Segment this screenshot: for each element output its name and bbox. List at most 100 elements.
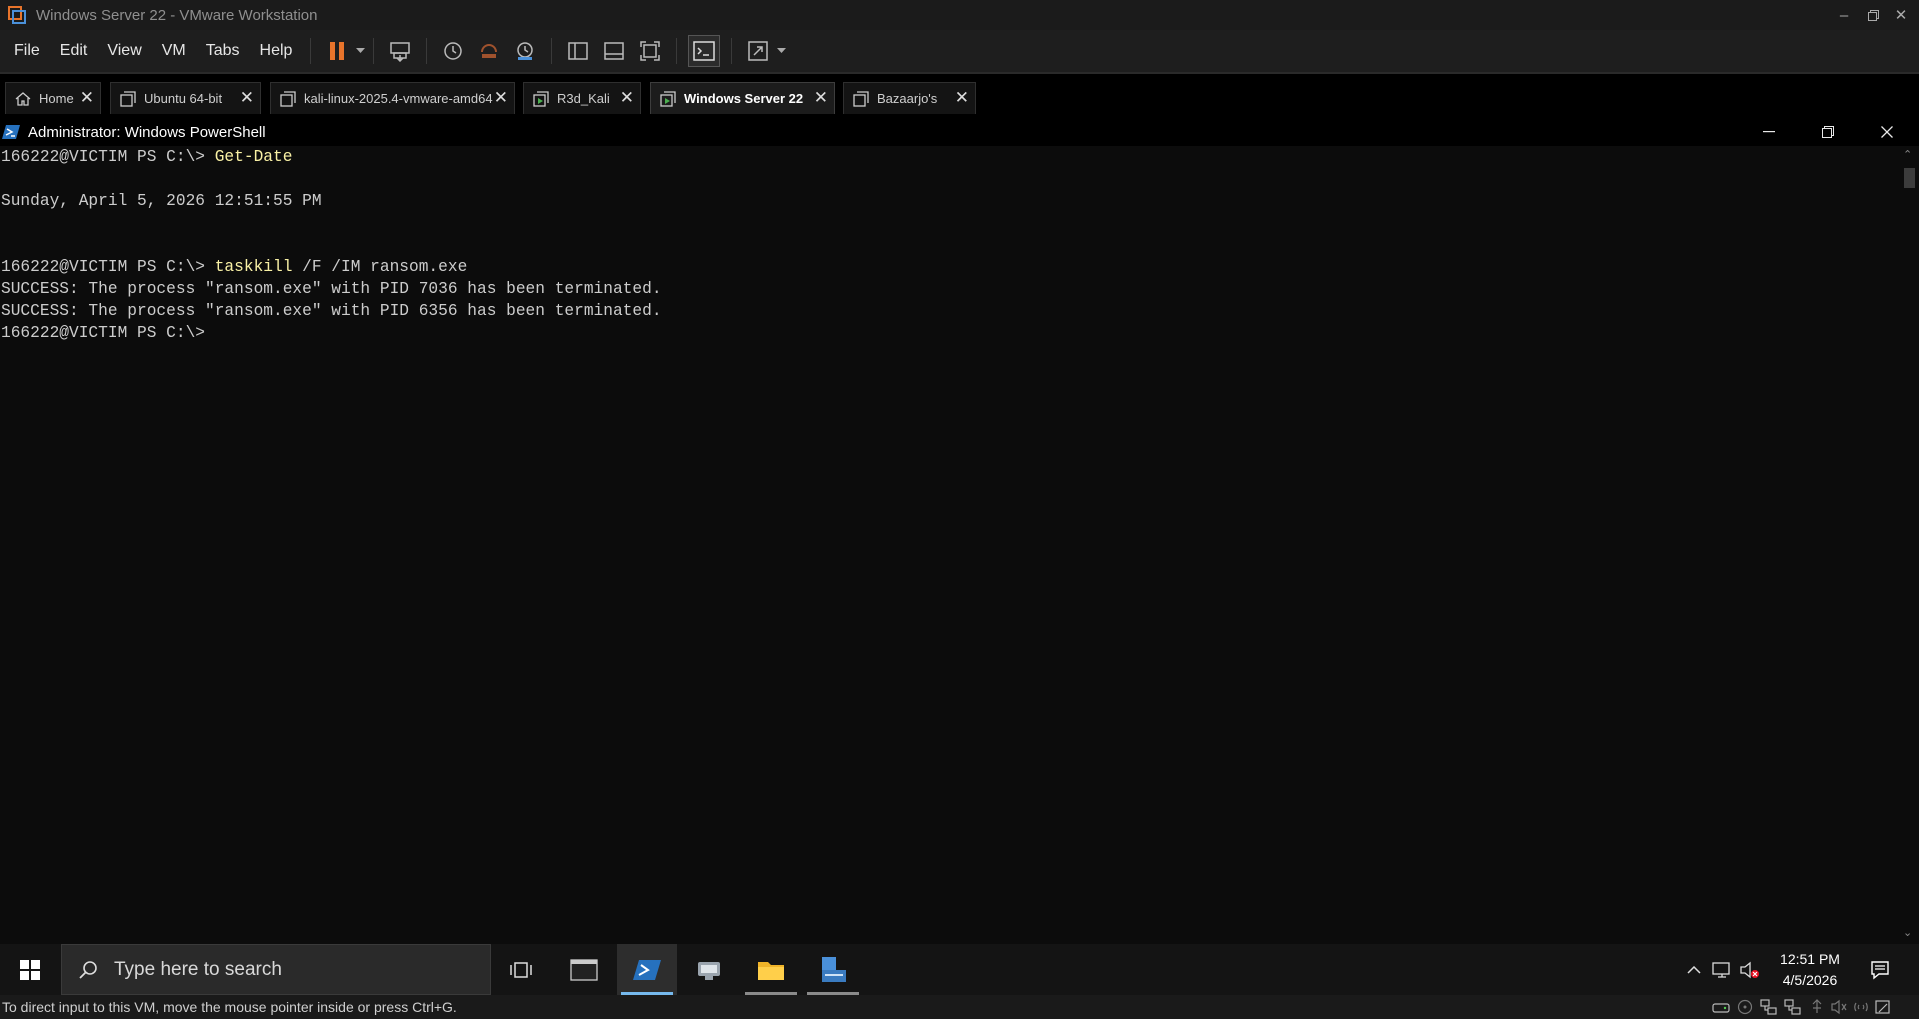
taskbar-network-app[interactable] [679, 944, 739, 995]
minimize-button[interactable]: – [1830, 0, 1858, 30]
revert-snapshot-icon[interactable] [474, 36, 504, 66]
taskbar-clock[interactable]: 12:51 PM 4/5/2026 [1770, 949, 1850, 991]
menu-edit[interactable]: Edit [50, 42, 98, 60]
folder-icon [758, 961, 784, 980]
tab-kali-linux[interactable]: kali-linux-2025.4-vmware-amd64 ✕ [270, 82, 515, 114]
cd-dvd-icon[interactable] [1736, 999, 1754, 1015]
search-input[interactable] [112, 957, 456, 982]
network-app-icon [698, 961, 720, 980]
power-dropdown-icon[interactable] [355, 48, 365, 54]
toolbar-divider [676, 38, 678, 64]
tab-bazaarjos[interactable]: Bazaarjo's ✕ [843, 82, 976, 114]
tab-label: Ubuntu 64-bit [144, 91, 223, 106]
scroll-down-icon[interactable]: ⌄ [1903, 926, 1912, 939]
taskbar-server-manager[interactable] [554, 944, 614, 995]
stretch-guest-icon[interactable] [743, 36, 773, 66]
console-line: 166222@VICTIM PS C:\> Get-Date [1, 146, 292, 168]
thumbnail-view-icon[interactable] [599, 36, 629, 66]
windows-taskbar: 12:51 PM 4/5/2026 [0, 944, 1919, 995]
powershell-app-icon [633, 959, 661, 980]
stretch-dropdown-icon[interactable] [776, 48, 786, 54]
ps-minimize-button[interactable] [1746, 118, 1792, 146]
ps-close-button[interactable] [1864, 118, 1910, 146]
close-tab-icon[interactable]: ✕ [494, 89, 508, 106]
close-tab-icon[interactable]: ✕ [80, 89, 94, 106]
running-vm-icon [660, 90, 676, 107]
menu-file[interactable]: File [0, 42, 50, 60]
action-center-button[interactable] [1862, 944, 1898, 995]
prompt: 166222@VICTIM PS C:\> [1, 148, 215, 166]
console-line: SUCCESS: The process "ransom.exe" with P… [1, 280, 662, 298]
taskbar-file-explorer[interactable] [741, 944, 801, 995]
network-tray-icon[interactable] [1710, 944, 1734, 995]
powershell-console[interactable]: 166222@VICTIM PS C:\> Get-Date Sunday, A… [0, 146, 1900, 944]
powershell-icon [2, 124, 20, 140]
close-tab-icon[interactable]: ✕ [620, 89, 634, 106]
library-view-icon[interactable] [563, 36, 593, 66]
tab-windows-server-22[interactable]: Windows Server 22 ✕ [650, 82, 835, 114]
vmware-logo-icon [8, 6, 26, 24]
clock-date: 4/5/2026 [1782, 972, 1838, 988]
command-args: /F /IM ransom.exe [292, 258, 468, 276]
task-view-button[interactable] [491, 944, 551, 995]
prompt: 166222@VICTIM PS C:\> [1, 258, 215, 276]
menu-tabs[interactable]: Tabs [196, 42, 250, 60]
sound-card-icon[interactable] [1830, 999, 1848, 1015]
close-window-button[interactable]: ✕ [1887, 0, 1915, 30]
scrollbar-thumb[interactable] [1904, 168, 1915, 188]
terminal-app-icon [570, 958, 598, 981]
toolbar-divider [310, 38, 312, 64]
tab-ubuntu[interactable]: Ubuntu 64-bit ✕ [110, 82, 261, 114]
snapshot-manager-icon[interactable] [510, 36, 540, 66]
hard-disk-icon[interactable] [1712, 999, 1730, 1015]
menu-vm[interactable]: VM [152, 42, 196, 60]
home-icon [15, 91, 31, 106]
send-ctrl-alt-del-icon[interactable] [385, 36, 415, 66]
network-adapter-2-icon[interactable] [1784, 999, 1802, 1015]
full-screen-icon[interactable] [635, 36, 665, 66]
toolbar-divider [551, 38, 553, 64]
search-icon [78, 960, 98, 980]
close-tab-icon[interactable]: ✕ [240, 89, 254, 106]
volume-muted-icon[interactable] [1738, 944, 1762, 995]
vm-icon [280, 90, 296, 107]
clock-time: 12:51 PM [1780, 951, 1840, 967]
taskbar-search-box[interactable] [61, 944, 491, 995]
window-title: Windows Server 22 - VMware Workstation [36, 6, 318, 24]
scroll-up-icon[interactable]: ⌃ [1903, 148, 1912, 161]
windows-logo-icon [20, 959, 40, 980]
vmware-status-bar: To direct input to this VM, move the mou… [0, 995, 1919, 1019]
vm-icon [853, 90, 869, 107]
toolbar-divider [426, 38, 428, 64]
console-view-icon[interactable] [688, 35, 721, 67]
vmware-menu-toolbar: File Edit View VM Tabs Help [0, 30, 1919, 72]
snapshot-icon[interactable] [438, 36, 468, 66]
vmware-title-bar: Windows Server 22 - VMware Workstation –… [0, 0, 1919, 30]
tab-label: kali-linux-2025.4-vmware-amd64 [304, 91, 493, 106]
menu-help[interactable]: Help [250, 42, 303, 60]
server-manager-icon [822, 956, 846, 982]
pause-vm-button[interactable] [322, 36, 352, 66]
ps-restore-button[interactable] [1805, 118, 1851, 146]
console-scrollbar[interactable]: ⌃ ⌄ [1900, 146, 1919, 944]
usb-icon[interactable] [1808, 999, 1826, 1015]
tab-r3d-kali[interactable]: R3d_Kali ✕ [523, 82, 641, 114]
maximize-button[interactable] [1859, 0, 1887, 30]
close-tab-icon[interactable]: ✕ [955, 89, 969, 106]
wireless-icon[interactable] [1852, 999, 1870, 1015]
tab-home[interactable]: Home ✕ [5, 82, 101, 114]
menu-view[interactable]: View [97, 42, 151, 60]
taskbar-server-app[interactable] [803, 944, 863, 995]
show-hidden-icons-button[interactable] [1683, 944, 1705, 995]
network-adapter-icon[interactable] [1760, 999, 1778, 1015]
message-log-icon[interactable] [1874, 999, 1892, 1015]
taskbar-powershell[interactable] [617, 944, 677, 995]
console-line: SUCCESS: The process "ransom.exe" with P… [1, 302, 662, 320]
close-tab-icon[interactable]: ✕ [814, 89, 828, 106]
running-vm-icon [533, 90, 549, 107]
console-line: 166222@VICTIM PS C:\> taskkill /F /IM ra… [1, 256, 467, 278]
start-button[interactable] [0, 944, 60, 995]
notification-icon [1871, 960, 1889, 979]
chevron-up-icon [1687, 965, 1701, 974]
command-text: taskkill [214, 258, 293, 276]
